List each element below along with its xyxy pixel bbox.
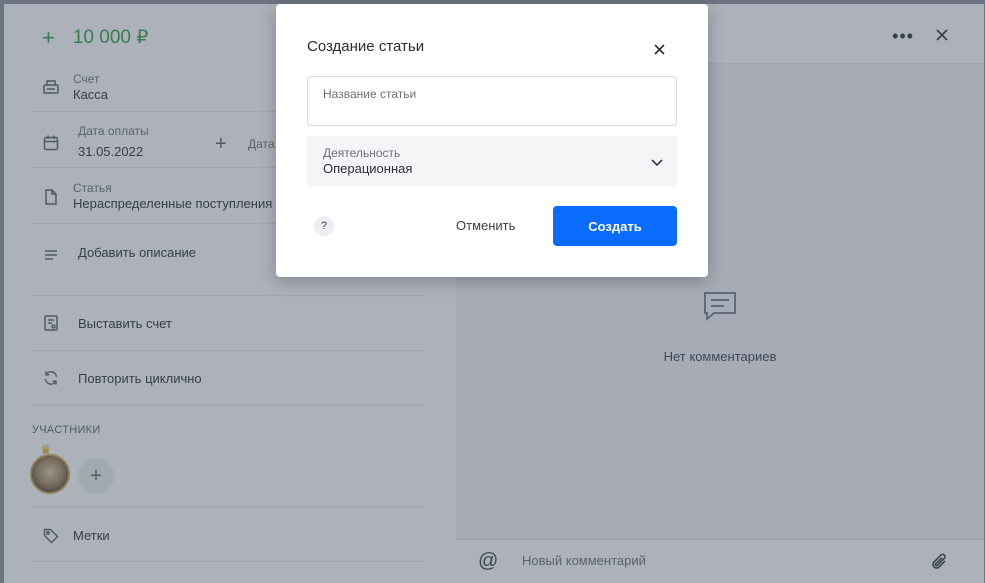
chevron-down-icon [651,154,663,172]
help-icon[interactable]: ? [314,216,334,236]
dialog-title: Создание статьи [307,38,425,55]
activity-value: Операционная [323,161,413,176]
activity-select[interactable]: Деятельность Операционная [307,136,677,186]
cancel-button[interactable]: Отменить [456,218,515,233]
article-name-input[interactable]: Название статьи [307,76,677,126]
create-button[interactable]: Создать [553,206,677,246]
activity-label: Деятельность [323,146,401,160]
article-name-placeholder: Название статьи [323,87,417,101]
close-icon[interactable] [654,42,665,60]
create-article-dialog: Создание статьи Название статьи Деятельн… [276,4,708,277]
